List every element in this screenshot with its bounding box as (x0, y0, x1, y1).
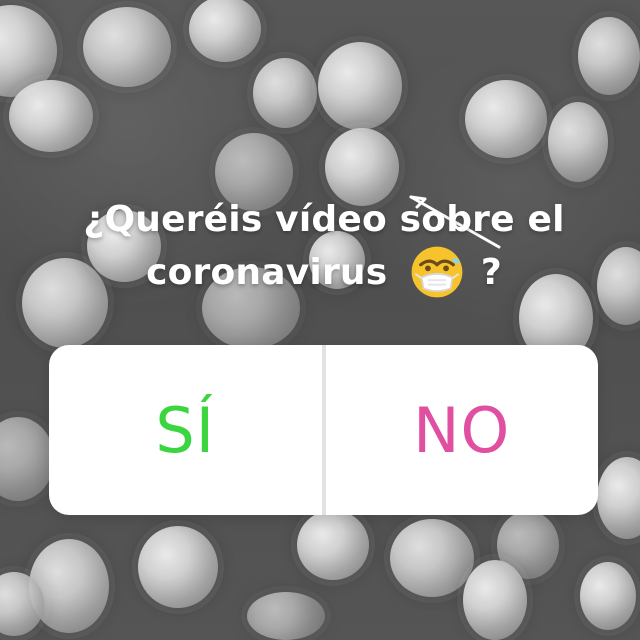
virus-particle (189, 0, 261, 62)
virus-particle (297, 510, 369, 580)
face-with-medical-mask-icon (408, 243, 466, 301)
poll-option-no[interactable]: NO (326, 345, 599, 515)
question-line-2-suffix: ? (480, 251, 502, 293)
poll-question: ¿Queréis vídeo sobre el coronavirus ? (34, 196, 614, 303)
poll-option-yes-label: SÍ (155, 393, 216, 467)
poll-card: SÍ NO (49, 345, 598, 515)
poll-option-no-label: NO (413, 393, 511, 467)
virus-particle (463, 560, 527, 640)
virus-particle (0, 417, 54, 501)
virus-particle (465, 80, 547, 158)
virus-particle (597, 457, 640, 539)
virus-particle (548, 102, 608, 182)
virus-particle (325, 128, 399, 206)
question-line-2-prefix: coronavirus (146, 251, 388, 293)
question-line-2: coronavirus ? (34, 245, 614, 303)
virus-particle (253, 58, 317, 128)
electron-microscope-background (0, 0, 640, 640)
virus-particle (318, 42, 402, 130)
virus-particle (138, 526, 218, 608)
poll-option-yes[interactable]: SÍ (49, 345, 322, 515)
virus-particle (578, 17, 640, 95)
virus-particle (247, 592, 325, 640)
instagram-story-poll: ¿Queréis vídeo sobre el coronavirus ? SÍ… (0, 0, 640, 640)
virus-particle (9, 80, 93, 152)
question-line-1: ¿Queréis vídeo sobre el (83, 199, 565, 240)
virus-particle (580, 562, 636, 630)
virus-particle (390, 519, 474, 597)
virus-particle (29, 539, 109, 633)
virus-particle (83, 7, 171, 87)
